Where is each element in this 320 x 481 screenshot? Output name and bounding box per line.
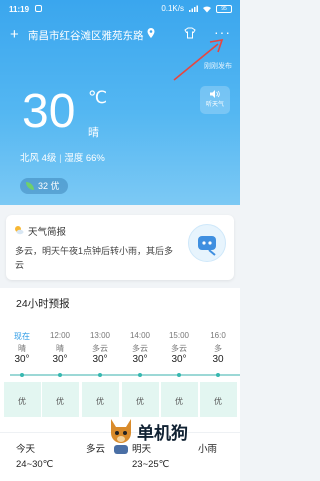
hourly-aqi: 优 <box>214 397 222 406</box>
hourly-item[interactable]: 12:00 晴 30° <box>40 331 80 365</box>
network-speed: 0.1K/s <box>161 4 184 13</box>
hourly-condition: 多 <box>214 344 222 353</box>
aqi-dot <box>58 373 62 377</box>
hourly-time: 16:0 <box>210 331 226 340</box>
wind-humidity: 北风 4级 | 湿度 66% <box>20 153 105 164</box>
aqi-text: 32 优 <box>38 181 60 191</box>
hourly-item[interactable]: 13:00 多云 30° <box>80 331 120 365</box>
hourly-temp: 30° <box>52 354 68 365</box>
dog-mascot-icon <box>111 419 131 454</box>
hourly-aqi: 优 <box>136 397 144 406</box>
leaf-icon <box>26 182 34 190</box>
aqi-badge[interactable]: 32 优 <box>20 178 68 194</box>
signal-icon <box>189 5 198 12</box>
hourly-temp: 30° <box>14 354 30 365</box>
hourly-time: 14:00 <box>129 331 151 340</box>
wind-text: 北风 4级 <box>20 153 57 164</box>
hourly-item[interactable]: 14:00 多云 30° <box>120 331 160 365</box>
current-temperature: 30 <box>22 85 76 138</box>
status-right: 0.1K/s 95 <box>161 4 232 13</box>
watermark: 单机狗 <box>105 415 195 455</box>
hourly-condition: 多云 <box>132 344 148 353</box>
humidity-text: 湿度 66% <box>64 153 105 164</box>
hourly-condition: 晴 <box>56 344 64 353</box>
temperature-unit: ℃ <box>88 88 108 107</box>
aqi-dot <box>98 373 102 377</box>
assistant-avatar-icon[interactable] <box>188 224 226 262</box>
hourly-item[interactable]: 15:00 多云 30° <box>159 331 199 365</box>
hourly-temp: 30° <box>132 354 148 365</box>
aqi-dot <box>138 373 142 377</box>
hourly-item[interactable]: 16:0 多 30 <box>198 331 238 365</box>
add-city-button[interactable]: + <box>10 26 19 44</box>
aqi-dot <box>20 373 24 377</box>
hourly-condition: 晴 <box>18 344 26 353</box>
hourly-title: 24小时预报 <box>16 298 70 310</box>
location-title[interactable]: 南昌市红谷滩区雅苑东路 <box>28 28 144 43</box>
hourly-time: 15:00 <box>168 331 190 340</box>
hourly-item[interactable]: 现在晴 30° <box>2 331 42 365</box>
hourly-condition: 多云 <box>92 344 108 353</box>
wifi-icon <box>203 5 211 12</box>
hourly-aqi: 优 <box>18 397 26 406</box>
hourly-aqi: 优 <box>96 397 104 406</box>
status-bar: 11:19 0.1K/s 95 <box>0 0 240 20</box>
tomorrow-condition: 小雨 <box>198 444 218 455</box>
aqi-dot <box>216 373 220 377</box>
location-pin-icon <box>147 28 155 38</box>
hourly-aqi: 优 <box>56 397 64 406</box>
brief-title: 天气简报 <box>28 227 67 238</box>
today-label: 今天 <box>16 444 36 455</box>
hourly-temp: 30° <box>171 354 187 365</box>
listen-weather-button[interactable]: 听天气 <box>200 86 230 114</box>
hourly-temp: 30° <box>92 354 108 365</box>
brief-text: 多云，明天午夜1点钟后转小雨，其后多云 <box>15 246 174 270</box>
hourly-time: 12:00 <box>49 331 71 340</box>
status-time: 11:19 <box>9 5 30 14</box>
aqi-dot <box>177 373 181 377</box>
current-condition: 晴 <box>88 127 99 139</box>
hourly-aqi: 优 <box>175 397 183 406</box>
aqi-trend-line <box>10 374 240 376</box>
battery-icon: 95 <box>216 4 232 13</box>
today-condition: 多云 <box>86 444 106 455</box>
watermark-text: 单机狗 <box>137 424 188 443</box>
speaker-icon <box>210 90 220 98</box>
tomorrow-range: 23~25℃ <box>132 459 170 470</box>
hourly-time: 现在 <box>14 332 30 341</box>
sun-cloud-icon <box>15 226 24 235</box>
annotation-arrow-icon <box>173 38 224 81</box>
hourly-condition: 多云 <box>171 344 187 353</box>
weather-brief-card[interactable]: 天气简报 多云，明天午夜1点钟后转小雨，其后多云 <box>6 215 234 280</box>
hourly-time: 13:00 <box>89 331 111 340</box>
notification-icon <box>35 5 42 12</box>
listen-label: 听天气 <box>205 102 224 108</box>
today-range: 24~30℃ <box>16 459 54 470</box>
hourly-temp: 30 <box>212 354 224 365</box>
